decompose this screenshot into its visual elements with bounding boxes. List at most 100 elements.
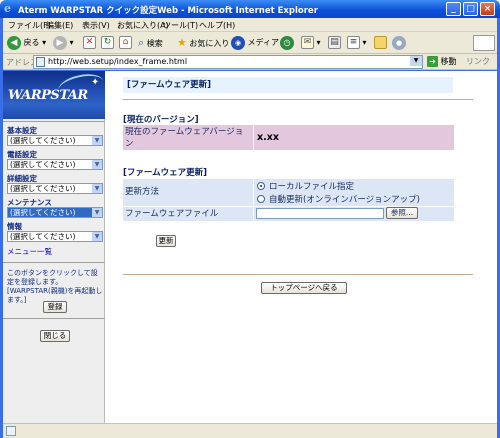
select-value: (選択してください): [10, 208, 76, 217]
sidebar: ✦ WARPSTAR 基本設定 (選択してください) ▼ 電話設定 (選択してく…: [3, 71, 105, 423]
maximize-button[interactable]: □: [463, 2, 478, 16]
method-option-auto-label: 自動更新(オンラインバージョンアップ): [269, 195, 420, 205]
method-option-local[interactable]: ローカルファイル指定: [257, 180, 354, 192]
print-button[interactable]: ▤: [328, 35, 341, 51]
chevron-down-icon: ▼: [92, 160, 102, 169]
edit-button[interactable]: ≡ ▾: [347, 35, 367, 51]
logo-star-icon: ✦: [91, 77, 100, 88]
method-option-local-label: ローカルファイル指定: [269, 182, 355, 192]
nav-caption-maintenance: メンテナンス: [7, 198, 52, 207]
browse-button[interactable]: 参照...: [386, 207, 418, 219]
title-divider: [123, 99, 473, 100]
page-title: [ファームウェア更新]: [123, 77, 453, 93]
nav-phone-settings: 電話設定 (選択してください) ▼: [7, 150, 103, 170]
address-url: http://web.setup/index_frame.html: [48, 57, 188, 66]
favorites-button[interactable]: ★ お気に入り: [177, 35, 229, 51]
stop-icon: ✕: [83, 36, 96, 49]
status-bar: [3, 423, 497, 438]
address-input[interactable]: http://web.setup/index_frame.html: [33, 55, 423, 69]
sidebar-divider: [3, 121, 105, 122]
folder-icon: [374, 36, 387, 49]
nav-caption-advanced: 詳細設定: [7, 174, 37, 183]
search-button[interactable]: ⌕ 検索: [138, 35, 163, 51]
folder-button[interactable]: [374, 35, 387, 51]
select-value: (選択してください): [10, 136, 76, 145]
page-icon: [36, 57, 45, 67]
method-options: ローカルファイル指定 自動更新(オンラインバージョンアップ): [254, 179, 454, 206]
select-value: (選択してください): [10, 184, 76, 193]
radio-checked-icon: [257, 181, 265, 190]
nav-caption-basic: 基本設定: [7, 126, 37, 135]
select-value: (選択してください): [10, 232, 76, 241]
advanced-settings-select[interactable]: (選択してください) ▼: [7, 183, 103, 194]
top-page-button[interactable]: トップページへ戻る: [261, 282, 347, 294]
chevron-down-icon: ▼: [92, 232, 102, 241]
back-button[interactable]: ◀ 戻る ▾: [7, 35, 46, 51]
current-version-heading: [現在のバージョン]: [123, 115, 199, 125]
nav-caption-phone: 電話設定: [7, 150, 37, 159]
main-panel: [ファームウェア更新] [現在のバージョン] 現在のファームウェアバージョン x…: [106, 71, 497, 423]
browser-window: e Aterm WARPSTAR クイック設定Web - Microsoft I…: [0, 0, 500, 438]
basic-settings-select[interactable]: (選択してください) ▼: [7, 135, 103, 146]
method-label: 更新方法: [123, 179, 253, 206]
register-button[interactable]: 登録: [43, 301, 67, 313]
mail-icon: ✉: [301, 36, 314, 49]
maintenance-select[interactable]: (選択してください) ▼: [7, 207, 103, 218]
address-dropdown[interactable]: ▼: [410, 56, 422, 66]
firmware-file-label: ファームウェアファイル: [123, 207, 253, 221]
messenger-icon: ●: [392, 35, 406, 50]
phone-settings-select[interactable]: (選択してください) ▼: [7, 159, 103, 170]
firmware-file-input[interactable]: [256, 208, 384, 219]
menu-favorites[interactable]: お気に入り(A): [117, 20, 169, 31]
window-title: Aterm WARPSTAR クイック設定Web - Microsoft Int…: [18, 6, 318, 16]
go-label: 移動: [440, 57, 457, 66]
search-label: 検索: [146, 39, 163, 48]
status-page-icon: [6, 426, 16, 436]
menu-help[interactable]: ヘルプ(H): [199, 20, 235, 31]
menu-tools[interactable]: ツール(T): [163, 20, 198, 31]
nav-maintenance: メンテナンス (選択してください) ▼: [7, 198, 103, 218]
media-button[interactable]: ◉ メディア: [231, 35, 279, 51]
messenger-button[interactable]: ●: [392, 35, 406, 51]
menu-view[interactable]: 表示(V): [82, 20, 110, 31]
history-icon: ◷: [280, 35, 294, 50]
method-option-auto[interactable]: 自動更新(オンラインバージョンアップ): [257, 193, 420, 205]
go-button[interactable]: ➔ 移動: [427, 55, 457, 68]
nav-info: 情報 (選択してください) ▼: [7, 222, 103, 242]
close-window-button[interactable]: ×: [480, 2, 495, 16]
search-icon: ⌕: [138, 36, 145, 49]
update-heading: [ファームウェア更新]: [123, 168, 208, 178]
home-button[interactable]: ⌂: [119, 35, 132, 51]
info-select[interactable]: (選択してください) ▼: [7, 231, 103, 242]
update-button[interactable]: 更新: [156, 235, 176, 247]
home-icon: ⌂: [119, 36, 132, 49]
nav-advanced-settings: 詳細設定 (選択してください) ▼: [7, 174, 103, 194]
print-icon: ▤: [328, 36, 341, 49]
address-bar: アドレス(D) http://web.setup/index_frame.htm…: [3, 54, 497, 76]
firmware-file-row: 参照...: [254, 207, 454, 221]
bottom-divider: [123, 274, 473, 275]
history-button[interactable]: ◷: [280, 35, 294, 51]
nav-caption-info: 情報: [7, 222, 22, 231]
forward-arrow-icon: ▶: [53, 35, 67, 50]
logo-text: WARPSTAR: [8, 88, 88, 103]
refresh-button[interactable]: ↻: [101, 35, 114, 51]
sidebar-divider: [3, 318, 105, 319]
menu-file[interactable]: ファイル(F): [8, 20, 51, 31]
mail-button[interactable]: ✉ ▾: [301, 35, 321, 51]
menu-list-link[interactable]: メニュー一覧: [7, 246, 52, 257]
minimize-button[interactable]: _: [446, 2, 461, 16]
ie-logo-icon: e: [4, 2, 11, 15]
close-button[interactable]: 閉じる: [40, 330, 70, 342]
chevron-down-icon: ▼: [92, 208, 102, 217]
go-arrow-icon: ➔: [427, 56, 438, 67]
forward-button[interactable]: ▶ ▾: [53, 35, 74, 51]
warpstar-logo: ✦ WARPSTAR: [3, 71, 105, 119]
edit-page-icon: ≡: [347, 36, 360, 49]
stop-button[interactable]: ✕: [83, 35, 96, 51]
current-version-value: x.xx: [254, 125, 454, 150]
refresh-icon: ↻: [101, 36, 114, 49]
media-label: メディア: [247, 38, 279, 47]
windows-flag-icon: [473, 35, 495, 51]
menu-edit[interactable]: 編集(E): [46, 20, 73, 31]
